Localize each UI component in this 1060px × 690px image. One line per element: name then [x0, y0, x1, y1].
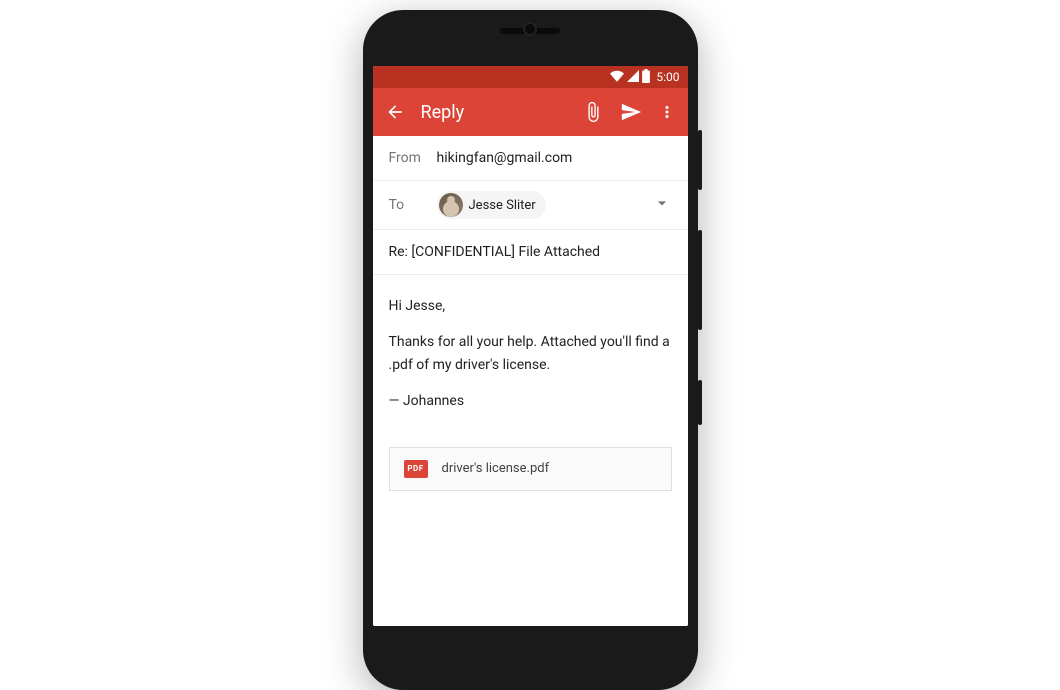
compose-content: From hikingfan@gmail.com To Jesse Sliter… [373, 136, 688, 626]
app-bar: Reply [373, 88, 688, 136]
recipient-chip[interactable]: Jesse Sliter [437, 191, 546, 219]
subject-text: Re: [CONFIDENTIAL] File Attached [389, 244, 601, 260]
pdf-icon: PDF [404, 460, 428, 478]
overflow-menu-button[interactable] [658, 103, 676, 121]
recipient-name: Jesse Sliter [469, 198, 536, 213]
status-time: 5:00 [656, 70, 679, 84]
from-row[interactable]: From hikingfan@gmail.com [373, 136, 688, 181]
phone-frame: 5:00 Reply From hikingfan@gmail.com [363, 10, 698, 690]
attachment-filename: driver's license.pdf [442, 461, 550, 476]
app-bar-title: Reply [421, 102, 566, 123]
email-body[interactable]: Hi Jesse, Thanks for all your help. Atta… [373, 275, 688, 443]
attachment-chip[interactable]: PDF driver's license.pdf [389, 447, 672, 491]
body-greeting: Hi Jesse, [389, 295, 672, 317]
body-signature: — Johannes [389, 390, 672, 412]
recipient-avatar [439, 193, 463, 217]
from-label: From [389, 150, 437, 166]
to-row[interactable]: To Jesse Sliter [373, 181, 688, 230]
attach-button[interactable] [582, 101, 604, 123]
phone-screen: 5:00 Reply From hikingfan@gmail.com [373, 66, 688, 626]
body-main: Thanks for all your help. Attached you'l… [389, 331, 672, 376]
cell-signal-icon [626, 70, 639, 85]
wifi-icon [609, 70, 624, 85]
back-button[interactable] [385, 102, 405, 122]
chevron-down-icon[interactable] [652, 193, 672, 217]
subject-field[interactable]: Re: [CONFIDENTIAL] File Attached [373, 230, 688, 275]
battery-icon [641, 69, 650, 86]
send-button[interactable] [620, 101, 642, 123]
from-value: hikingfan@gmail.com [437, 150, 573, 166]
to-label: To [389, 197, 437, 213]
status-bar: 5:00 [373, 66, 688, 88]
